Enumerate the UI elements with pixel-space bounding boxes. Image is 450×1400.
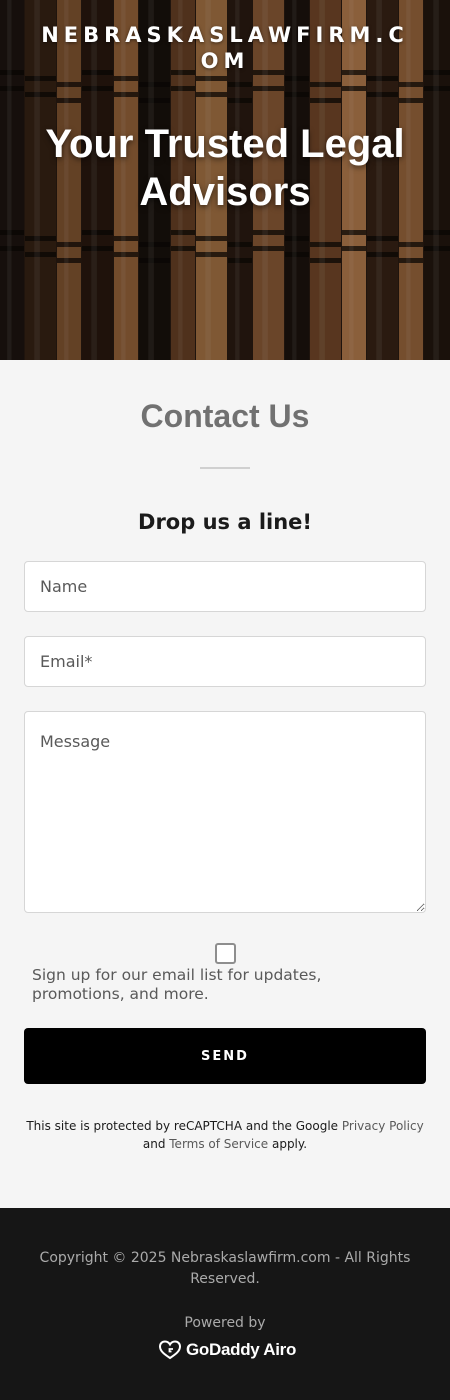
godaddy-airo-link[interactable]: GoDaddy Airo	[158, 1338, 296, 1362]
site-name[interactable]: NEBRASKASLAWFIRM.COM	[30, 22, 420, 74]
email-signup-label: Sign up for our email list for updates, …	[32, 966, 322, 1003]
heading-divider	[200, 467, 250, 469]
recaptcha-suffix: apply.	[268, 1137, 308, 1151]
recaptcha-middle: and	[142, 1137, 170, 1151]
name-field[interactable]	[24, 561, 426, 612]
privacy-policy-link[interactable]: Privacy Policy	[342, 1119, 424, 1133]
send-button[interactable]: SEND	[24, 1028, 426, 1084]
terms-of-service-link[interactable]: Terms of Service	[169, 1137, 268, 1151]
email-field[interactable]	[24, 636, 426, 687]
contact-heading: Contact Us	[140, 398, 310, 434]
hero-banner: NEBRASKASLAWFIRM.COM Your Trusted Legal …	[0, 0, 450, 360]
message-field[interactable]	[24, 711, 426, 913]
hero-title: Your Trusted Legal Advisors	[45, 122, 405, 214]
recaptcha-prefix: This site is protected by reCAPTCHA and …	[26, 1119, 342, 1133]
email-signup-checkbox[interactable]	[215, 943, 236, 964]
brand-name: GoDaddy Airo	[186, 1340, 297, 1359]
site-footer: Copyright © 2025 Nebraskaslawfirm.com - …	[0, 1208, 450, 1400]
godaddy-logo-icon	[158, 1340, 182, 1360]
contact-subheading: Drop us a line!	[138, 510, 312, 534]
powered-by-text: Powered by	[184, 1315, 266, 1331]
copyright-text: Copyright © 2025 Nebraskaslawfirm.com - …	[39, 1250, 411, 1287]
recaptcha-notice: This site is protected by reCAPTCHA and …	[20, 1117, 430, 1153]
